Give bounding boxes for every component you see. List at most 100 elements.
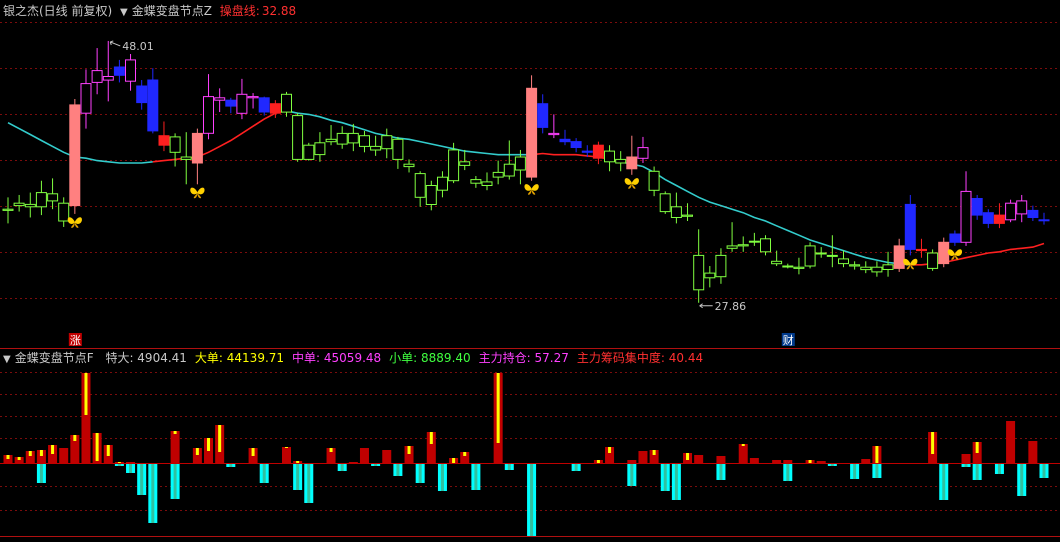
candle: [1038, 212, 1050, 225]
ma-line-red-1: [152, 110, 287, 163]
candle-body: [592, 144, 604, 159]
candle: [225, 97, 237, 114]
candle-body: [637, 147, 649, 159]
candle: [258, 96, 270, 116]
candle-body: [392, 138, 404, 160]
candle-body: [537, 103, 549, 128]
fund-bar-large: [772, 460, 782, 463]
fund-bar-super: [95, 433, 99, 461]
candle-body: [982, 212, 994, 224]
candle-body: [203, 96, 214, 134]
candle: [370, 135, 382, 156]
fund-bar-super: [106, 445, 110, 456]
fund-bar-large: [59, 448, 69, 463]
candle-body: [648, 170, 660, 191]
stock-chart[interactable]: 48.01 27.86 涨 财: [0, 0, 1060, 542]
fund-bar-outflow-core: [396, 463, 400, 476]
candle: [782, 263, 794, 269]
butterfly-wing-right: [531, 184, 539, 191]
fund-bar-outflow-core: [997, 463, 1001, 474]
low-price-label: 27.86: [715, 300, 747, 313]
fund-bar-large: [1006, 421, 1016, 463]
fund-bar-outflow-core: [674, 463, 678, 500]
candle: [113, 59, 125, 83]
candle-body: [1038, 219, 1050, 222]
fund-bar-super: [429, 432, 433, 444]
candle-body: [626, 156, 638, 170]
candle: [793, 257, 805, 275]
candle: [247, 93, 259, 109]
limit-up-tag-text: 涨: [70, 334, 81, 347]
fund-bar-outflow-core: [853, 463, 857, 479]
candle: [693, 229, 705, 303]
candle-body: [459, 161, 471, 166]
candle-body: [47, 193, 59, 202]
fund-bar-outflow-core: [262, 463, 266, 483]
candle: [682, 203, 693, 222]
candle-body: [1016, 200, 1028, 215]
candle: [659, 191, 671, 214]
candle: [938, 237, 950, 268]
fund-bar-outflow-core: [530, 463, 534, 536]
candle: [916, 238, 927, 258]
candle-body: [147, 79, 159, 132]
butterfly-icon: [67, 217, 82, 228]
candle: [158, 121, 170, 152]
fund-bar-outflow-core: [507, 463, 511, 470]
candle-body: [359, 135, 370, 147]
fund-bar-outflow-core: [140, 463, 144, 495]
candle-body: [670, 206, 682, 219]
candle: [871, 261, 883, 277]
candle-body: [804, 245, 816, 267]
butterfly-wing-right: [954, 249, 963, 256]
candle: [670, 192, 682, 224]
candle: [748, 232, 760, 246]
fund-bar-large: [694, 455, 704, 463]
fund-bar-outflow-core: [786, 463, 790, 481]
limit-up-tag: 涨: [68, 333, 82, 347]
candle-body: [325, 138, 337, 143]
candle: [180, 132, 192, 185]
candle-body: [236, 93, 248, 114]
candle-body: [314, 142, 326, 156]
fund-bar-outflow-core: [440, 463, 444, 491]
fund-bar-super: [17, 457, 21, 460]
fund-bar-super: [496, 373, 500, 443]
candle-body: [269, 103, 281, 114]
candle-body: [281, 93, 292, 113]
high-price-label: 48.01: [122, 40, 153, 53]
fund-bar-super: [652, 450, 656, 455]
candle: [336, 126, 348, 149]
fund-bar-outflow-core: [663, 463, 667, 491]
fund-bar-super: [195, 448, 199, 455]
fund-bar-super: [173, 431, 177, 434]
candle-body: [615, 158, 627, 164]
candle: [13, 194, 25, 212]
candle-body: [704, 272, 716, 279]
candle-body: [225, 99, 237, 107]
fund-bar-outflow-core: [151, 463, 155, 523]
candle-body: [826, 254, 838, 257]
candle: [214, 88, 226, 113]
fund-bar-super: [218, 425, 222, 452]
candle: [604, 145, 615, 172]
fund-bar-super: [931, 432, 935, 454]
fund-bar-super: [329, 448, 333, 452]
candle: [359, 130, 370, 153]
fund-bar-super: [608, 447, 612, 453]
finance-tag: 财: [781, 333, 795, 347]
candle: [147, 68, 159, 134]
candle: [904, 194, 916, 256]
candle-body: [659, 193, 671, 213]
candle: [1016, 194, 1028, 223]
fund-bar-large: [638, 451, 648, 463]
fund-bar-outflow-core: [1042, 463, 1046, 478]
finance-tag-text: 财: [783, 333, 794, 347]
fund-bar-super: [117, 462, 121, 463]
butterfly-wing-right: [631, 178, 639, 185]
candle-body: [35, 192, 47, 208]
fund-bar-super: [407, 446, 411, 454]
candle-body: [481, 181, 493, 186]
fund-bar-large: [716, 456, 726, 463]
fund-bar-large: [627, 460, 637, 463]
